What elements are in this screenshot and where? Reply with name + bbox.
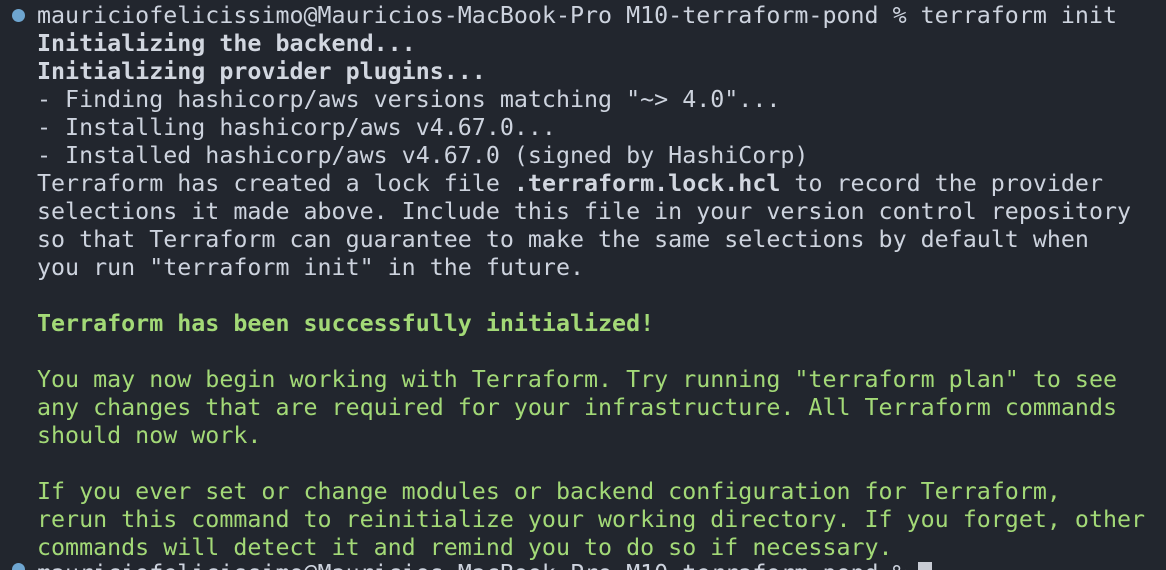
lock-text-pre: Terraform has created a lock file: [37, 170, 514, 197]
output-lock-line-4: you run "terraform init" in the future.: [37, 254, 585, 281]
output-lock-line-3: so that Terraform can guarantee to make …: [37, 226, 1089, 253]
output-next-line-1: You may now begin working with Terraform…: [37, 366, 1117, 393]
next-prompt-line: mauriciofelicissimo@Mauricios-MacBook-Pr…: [37, 560, 907, 570]
prompt-status-dot-icon: [12, 9, 25, 22]
output-installing: - Installing hashicorp/aws v4.67.0...: [37, 114, 556, 141]
output-rerun-line-3: commands will detect it and remind you t…: [37, 534, 893, 561]
terminal-window[interactable]: mauriciofelicissimo@Mauricios-MacBook-Pr…: [0, 0, 1166, 570]
output-finding: - Finding hashicorp/aws versions matchin…: [37, 86, 781, 113]
output-rerun-line-2: rerun this command to reinitialize your …: [37, 506, 1146, 533]
text-cursor[interactable]: [918, 562, 932, 570]
output-success: Terraform has been successfully initiali…: [37, 310, 655, 337]
output-providers: Initializing provider plugins...: [37, 58, 486, 85]
output-next-line-2: any changes that are required for your i…: [37, 394, 1117, 421]
command-line: mauriciofelicissimo@Mauricios-MacBook-Pr…: [37, 2, 1117, 29]
lock-text-post: to record the provider: [780, 170, 1103, 197]
next-prompt-status-dot-icon: [12, 563, 25, 570]
lock-file-name: .terraform.lock.hcl: [513, 170, 781, 197]
output-installed: - Installed hashicorp/aws v4.67.0 (signe…: [37, 142, 809, 169]
output-lock-line-1: Terraform has created a lock file .terra…: [37, 170, 1103, 198]
output-backend: Initializing the backend...: [37, 30, 416, 57]
output-rerun-line-1: If you ever set or change modules or bac…: [37, 478, 1061, 505]
output-lock-line-2: selections it made above. Include this f…: [37, 198, 1132, 225]
output-next-line-3: should now work.: [37, 422, 262, 449]
